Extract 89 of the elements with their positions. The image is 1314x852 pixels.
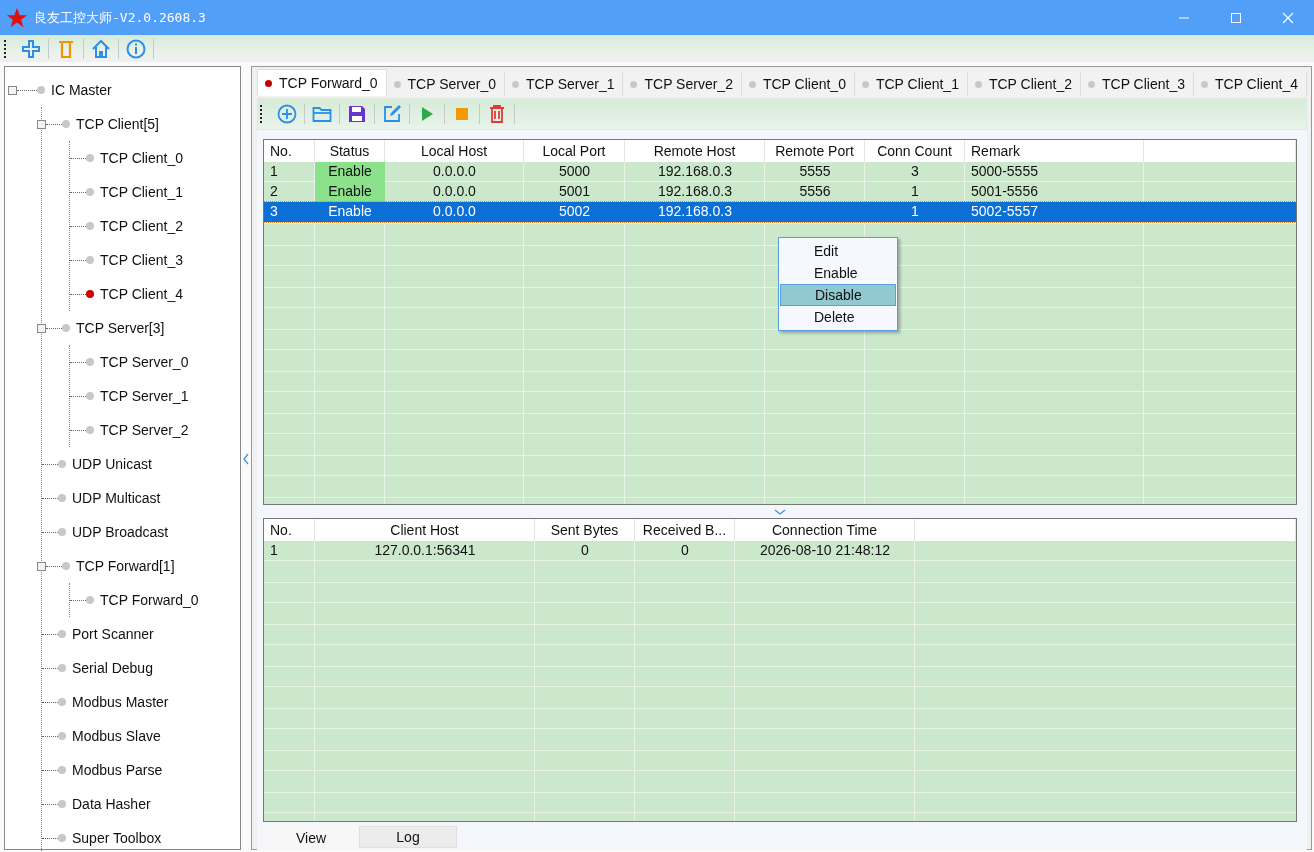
tree-item[interactable]: UDP Broadcast xyxy=(72,524,169,540)
column-header[interactable]: Remark xyxy=(965,140,1144,162)
column-header[interactable]: Sent Bytes xyxy=(535,519,635,541)
table-cell-text: 5000 xyxy=(557,162,592,181)
edit-icon[interactable] xyxy=(382,104,402,124)
column-header[interactable]: Local Host xyxy=(385,140,524,162)
tree-item[interactable]: TCP Server_1 xyxy=(100,388,189,404)
table-cell: Enable xyxy=(315,182,385,202)
trash-icon[interactable] xyxy=(487,104,507,124)
table-cell-text: 1 xyxy=(269,541,279,560)
column-header[interactable]: Remote Host xyxy=(625,140,765,162)
add-circle-icon[interactable] xyxy=(277,104,297,124)
column-header[interactable]: Remote Port xyxy=(765,140,865,162)
column-header[interactable]: Connection Time xyxy=(735,519,915,541)
folder-icon[interactable] xyxy=(312,104,332,124)
tree-item[interactable]: Port Scanner xyxy=(72,626,154,642)
menu-item[interactable]: Edit xyxy=(780,240,896,262)
tree-item[interactable]: TCP Server[3] xyxy=(76,320,165,336)
table-cell-text: 192.168.0.3 xyxy=(657,162,733,181)
info-icon[interactable] xyxy=(126,38,146,59)
tree-item[interactable]: UDP Unicast xyxy=(72,456,152,472)
expander-icon[interactable] xyxy=(37,119,46,129)
tab[interactable]: TCP Forward_0 xyxy=(257,69,387,96)
tree-item[interactable]: TCP Client_4 xyxy=(100,286,183,302)
table-cell: Enable xyxy=(315,162,385,182)
tree-item[interactable]: TCP Client_0 xyxy=(100,150,183,166)
table-cell-text: 5556 xyxy=(798,182,832,201)
tree-item[interactable]: Serial Debug xyxy=(72,660,153,676)
table-cell-text: 5555 xyxy=(798,162,832,181)
column-header[interactable]: Local Port xyxy=(524,140,625,162)
menu-item[interactable]: Disable xyxy=(780,284,896,306)
tree-item[interactable]: Modbus Master xyxy=(72,694,169,710)
tree-item[interactable]: TCP Client_2 xyxy=(100,218,183,234)
tree-item[interactable]: TCP Client_3 xyxy=(100,252,183,268)
tree-item[interactable]: Super Toolbox xyxy=(72,830,162,846)
table-cell-text: 1 xyxy=(269,162,279,181)
table-cell-text: 0 xyxy=(580,541,590,560)
tree-item[interactable]: TCP Server_0 xyxy=(100,354,189,370)
table-cell-text: 0.0.0.0 xyxy=(432,162,477,181)
table-row[interactable]: 1 127.0.0.1:56341 0 0 2026-08-10 21:48:12 xyxy=(264,541,1296,561)
table-cell-text: 5001 xyxy=(557,182,592,201)
table-cell-text: 0.0.0.0 xyxy=(432,182,477,201)
table-cell-text: 192.168.0.3 xyxy=(657,202,733,221)
table-cell-text: 5001-5556 xyxy=(970,182,1039,201)
window-title: 良友工控大师-V2.0.2608.3 xyxy=(34,8,206,27)
table-cell-text: 3 xyxy=(269,202,279,221)
expander-icon[interactable] xyxy=(37,323,46,333)
table-cell-text: 2026-08-10 21:48:12 xyxy=(759,541,891,560)
table-cell-text: 5002-5557 xyxy=(970,202,1039,221)
menu-item[interactable]: Delete xyxy=(780,306,896,328)
menu-item[interactable]: Enable xyxy=(780,262,896,284)
star-icon xyxy=(6,6,28,29)
table-cell-text: 5000-5555 xyxy=(970,162,1039,181)
table-row[interactable]: 3 Enable 0.0.0.0 5002 192.168.0.3 1 5002-5557 xyxy=(264,202,1296,222)
table-cell-text: 0 xyxy=(680,541,690,560)
table-cell-text: 5002 xyxy=(557,202,592,221)
table-cell-text: 127.0.0.1:56341 xyxy=(373,541,477,560)
tree-item[interactable]: Modbus Parse xyxy=(72,762,163,778)
table-cell-text: 3 xyxy=(910,162,920,181)
column-header[interactable]: No. xyxy=(264,519,315,541)
column-header[interactable]: Conn Count xyxy=(865,140,965,162)
column-header[interactable]: Client Host xyxy=(315,519,535,541)
table-cell-text: Enable xyxy=(327,202,373,221)
tree-item[interactable]: Data Hasher xyxy=(72,796,151,812)
table-row[interactable]: 1 Enable 0.0.0.0 5000 192.168.0.3 5555 3 5000-5555 xyxy=(264,162,1296,182)
trash-icon[interactable] xyxy=(56,38,76,59)
tab[interactable]: Log xyxy=(359,826,457,848)
table-cell-text: 2 xyxy=(269,182,279,201)
column-header[interactable]: Received B... xyxy=(635,519,735,541)
tree-item[interactable]: TCP Client_1 xyxy=(100,184,183,200)
save-icon[interactable] xyxy=(347,104,367,124)
tree-item[interactable]: TCP Server_2 xyxy=(100,422,189,438)
table-cell-text: 1 xyxy=(910,202,920,221)
tree-item[interactable]: IC Master xyxy=(51,82,112,98)
tree-item[interactable]: UDP Multicast xyxy=(72,490,161,506)
table-cell-text: 0.0.0.0 xyxy=(432,202,477,221)
column-header[interactable]: No. xyxy=(264,140,315,162)
tab[interactable]: View xyxy=(263,826,359,850)
tree-item[interactable]: TCP Forward[1] xyxy=(76,558,175,574)
plus-icon[interactable] xyxy=(21,38,41,59)
tree-item[interactable]: Modbus Slave xyxy=(72,728,161,744)
expander-icon[interactable] xyxy=(8,85,17,95)
table-cell-text: 1 xyxy=(910,182,920,201)
table-row[interactable]: 2 Enable 0.0.0.0 5001 192.168.0.3 5556 1 5001-5556 xyxy=(264,182,1296,202)
tree-item[interactable]: TCP Client[5] xyxy=(76,116,159,132)
home-icon[interactable] xyxy=(91,38,111,59)
expander-icon[interactable] xyxy=(37,561,46,571)
tree-item[interactable]: TCP Forward_0 xyxy=(100,592,199,608)
table-cell-text: 192.168.0.3 xyxy=(657,182,733,201)
